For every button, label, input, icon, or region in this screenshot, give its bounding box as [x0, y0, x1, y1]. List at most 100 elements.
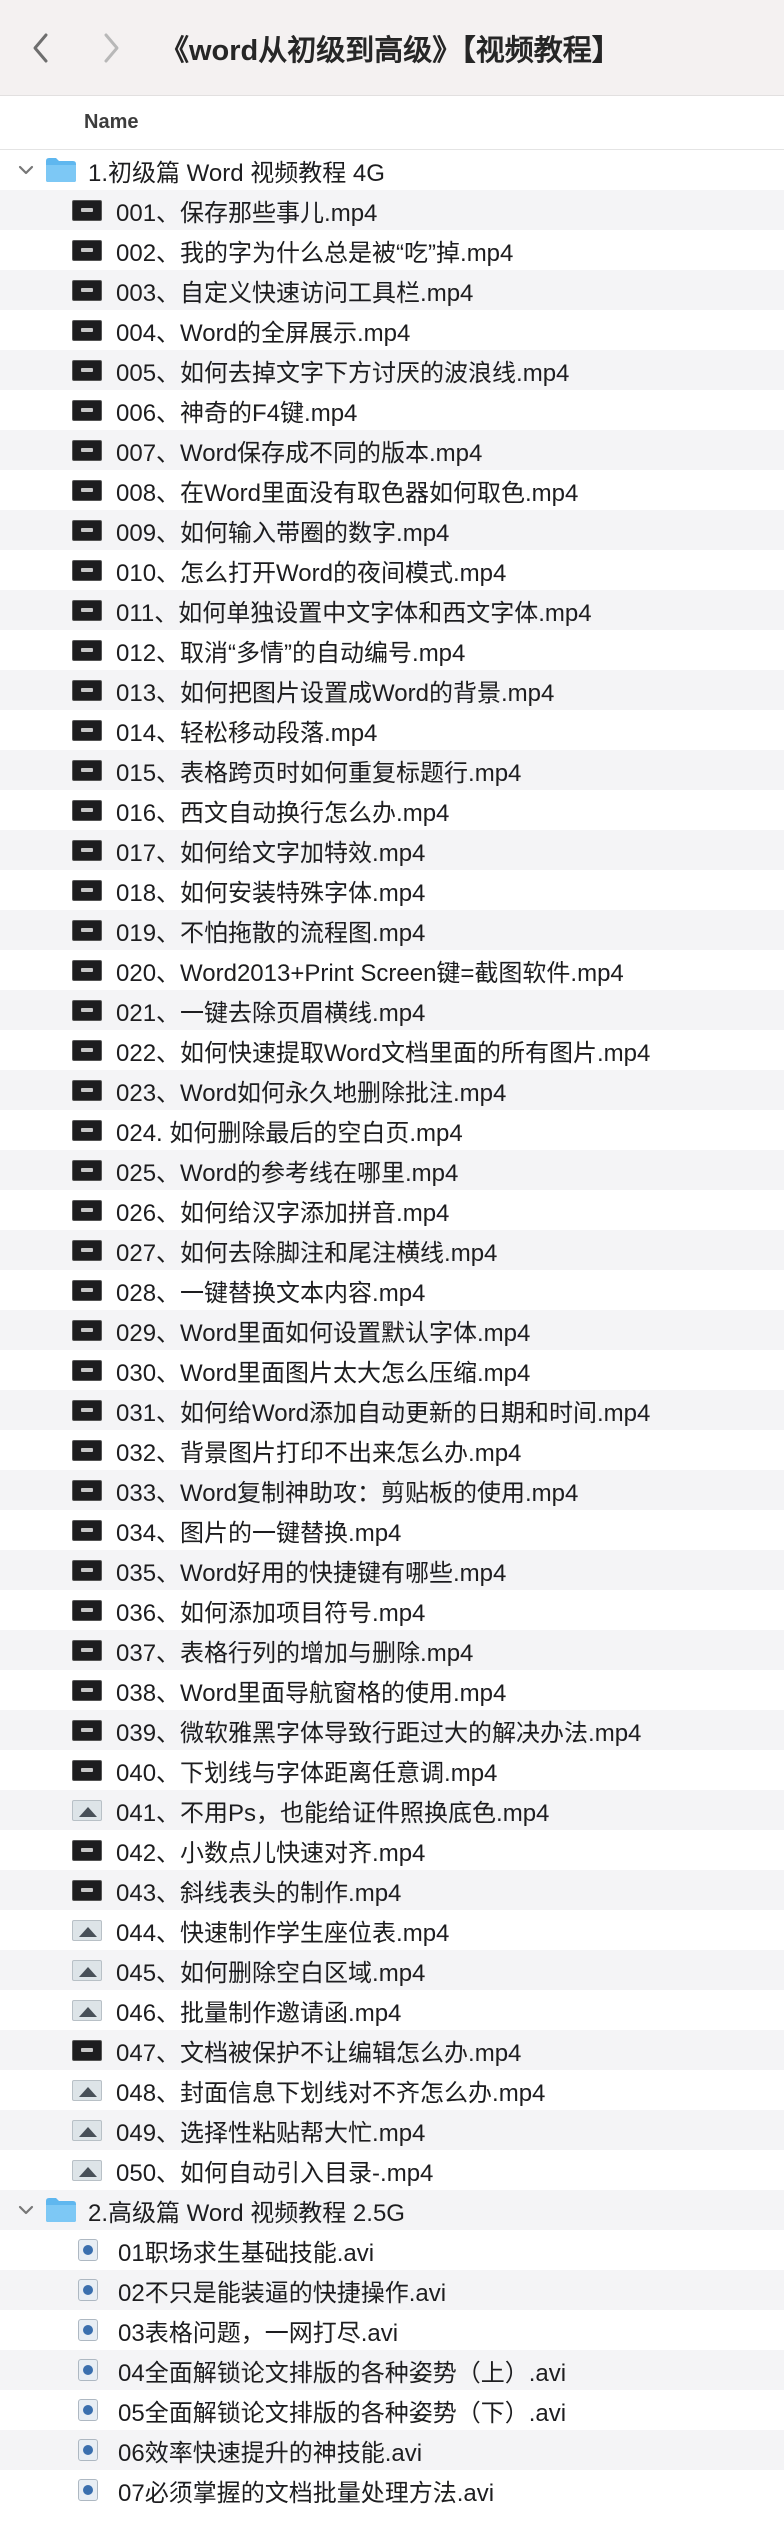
- file-name: 010、怎么打开Word的夜间模式.mp4: [116, 559, 507, 587]
- file-row[interactable]: 008、在Word里面没有取色器如何取色.mp4: [0, 470, 784, 510]
- file-row[interactable]: 02不只是能装逼的快捷操作.avi: [0, 2270, 784, 2310]
- file-name: 023、Word如何永久地删除批注.mp4: [116, 1079, 507, 1107]
- file-row[interactable]: 020、Word2013+Print Screen键=截图软件.mp4: [0, 950, 784, 990]
- file-row[interactable]: 019、不怕拖散的流程图.mp4: [0, 910, 784, 950]
- video-thumbnail-icon: [72, 359, 102, 381]
- folder-row[interactable]: 1.初级篇 Word 视频教程 4G: [0, 150, 784, 190]
- file-name: 020、Word2013+Print Screen键=截图软件.mp4: [116, 959, 624, 987]
- file-row[interactable]: 042、小数点儿快速对齐.mp4: [0, 1830, 784, 1870]
- file-name: 026、如何给汉字添加拼音.mp4: [116, 1199, 450, 1227]
- video-file-icon: [78, 2399, 98, 2421]
- file-row[interactable]: 001、保存那些事儿.mp4: [0, 190, 784, 230]
- disclosure-chevron-icon[interactable]: [12, 2204, 40, 2216]
- video-thumbnail-icon: [72, 1399, 102, 1421]
- file-name: 033、Word复制神助攻：剪贴板的使用.mp4: [116, 1479, 579, 1507]
- file-row[interactable]: 026、如何给汉字添加拼音.mp4: [0, 1190, 784, 1230]
- file-name: 01职场求生基础技能.avi: [118, 2239, 375, 2267]
- file-row[interactable]: 031、如何给Word添加自动更新的日期和时间.mp4: [0, 1390, 784, 1430]
- file-row[interactable]: 003、自定义快速访问工具栏.mp4: [0, 270, 784, 310]
- file-row[interactable]: 029、Word里面如何设置默认字体.mp4: [0, 1310, 784, 1350]
- file-name: 06效率快速提升的神技能.avi: [118, 2439, 423, 2467]
- disclosure-chevron-icon[interactable]: [12, 164, 40, 176]
- file-name: 002、我的字为什么总是被“吃”掉.mp4: [116, 239, 514, 267]
- file-row[interactable]: 03表格问题，一网打尽.avi: [0, 2310, 784, 2350]
- video-thumbnail-icon: [72, 1119, 102, 1141]
- file-row[interactable]: 004、Word的全屏展示.mp4: [0, 310, 784, 350]
- file-row[interactable]: 040、下划线与字体距离任意调.mp4: [0, 1750, 784, 1790]
- video-thumbnail-icon: [72, 599, 102, 621]
- image-thumbnail-icon: [72, 2079, 102, 2101]
- file-name: 019、不怕拖散的流程图.mp4: [116, 919, 426, 947]
- file-list: 1.初级篇 Word 视频教程 4G 001、保存那些事儿.mp4 002、我的字为…: [0, 150, 784, 2510]
- file-row[interactable]: 024. 如何删除最后的空白页.mp4: [0, 1110, 784, 1150]
- file-row[interactable]: 047、文档被保护不让编辑怎么办.mp4: [0, 2030, 784, 2070]
- file-row[interactable]: 050、如何自动引入目录-.mp4: [0, 2150, 784, 2190]
- file-name: 016、西文自动换行怎么办.mp4: [116, 799, 450, 827]
- file-row[interactable]: 039、微软雅黑字体导致行距过大的解决办法.mp4: [0, 1710, 784, 1750]
- file-row[interactable]: 049、选择性粘贴帮大忙.mp4: [0, 2110, 784, 2150]
- file-row[interactable]: 07必须掌握的文档批量处理方法.avi: [0, 2470, 784, 2510]
- video-thumbnail-icon: [72, 1319, 102, 1341]
- file-row[interactable]: 022、如何快速提取Word文档里面的所有图片.mp4: [0, 1030, 784, 1070]
- file-name: 027、如何去除脚注和尾注横线.mp4: [116, 1239, 498, 1267]
- file-row[interactable]: 044、快速制作学生座位表.mp4: [0, 1910, 784, 1950]
- file-name: 02不只是能装逼的快捷操作.avi: [118, 2279, 447, 2307]
- file-row[interactable]: 016、西文自动换行怎么办.mp4: [0, 790, 784, 830]
- file-name: 045、如何删除空白区域.mp4: [116, 1959, 426, 1987]
- video-file-icon: [78, 2479, 98, 2501]
- file-name: 004、Word的全屏展示.mp4: [116, 319, 411, 347]
- file-name: 035、Word好用的快捷键有哪些.mp4: [116, 1559, 507, 1587]
- file-row[interactable]: 025、Word的参考线在哪里.mp4: [0, 1150, 784, 1190]
- file-row[interactable]: 014、轻松移动段落.mp4: [0, 710, 784, 750]
- file-row[interactable]: 028、一键替换文本内容.mp4: [0, 1270, 784, 1310]
- file-name: 008、在Word里面没有取色器如何取色.mp4: [116, 479, 579, 507]
- file-row[interactable]: 010、怎么打开Word的夜间模式.mp4: [0, 550, 784, 590]
- file-row[interactable]: 007、Word保存成不同的版本.mp4: [0, 430, 784, 470]
- file-row[interactable]: 006、神奇的F4键.mp4: [0, 390, 784, 430]
- video-file-icon: [78, 2439, 98, 2461]
- video-thumbnail-icon: [72, 719, 102, 741]
- file-row[interactable]: 05全面解锁论文排版的各种姿势（下）.avi: [0, 2390, 784, 2430]
- file-row[interactable]: 023、Word如何永久地删除批注.mp4: [0, 1070, 784, 1110]
- file-row[interactable]: 045、如何删除空白区域.mp4: [0, 1950, 784, 1990]
- file-row[interactable]: 030、Word里面图片太大怎么压缩.mp4: [0, 1350, 784, 1390]
- file-name: 038、Word里面导航窗格的使用.mp4: [116, 1679, 507, 1707]
- file-name: 07必须掌握的文档批量处理方法.avi: [118, 2479, 495, 2507]
- file-name: 006、神奇的F4键.mp4: [116, 399, 358, 427]
- file-row[interactable]: 04全面解锁论文排版的各种姿势（上）.avi: [0, 2350, 784, 2390]
- file-row[interactable]: 048、封面信息下划线对不齐怎么办.mp4: [0, 2070, 784, 2110]
- file-row[interactable]: 06效率快速提升的神技能.avi: [0, 2430, 784, 2470]
- video-thumbnail-icon: [72, 479, 102, 501]
- file-row[interactable]: 015、表格跨页时如何重复标题行.mp4: [0, 750, 784, 790]
- file-row[interactable]: 012、取消“多情”的自动编号.mp4: [0, 630, 784, 670]
- file-row[interactable]: 038、Word里面导航窗格的使用.mp4: [0, 1670, 784, 1710]
- file-row[interactable]: 009、如何输入带圈的数字.mp4: [0, 510, 784, 550]
- file-row[interactable]: 01职场求生基础技能.avi: [0, 2230, 784, 2270]
- file-row[interactable]: 013、如何把图片设置成Word的背景.mp4: [0, 670, 784, 710]
- column-header-name[interactable]: Name: [84, 111, 138, 134]
- forward-button[interactable]: [94, 26, 128, 70]
- file-row[interactable]: 011、如何单独设置中文字体和西文字体.mp4: [0, 590, 784, 630]
- file-row[interactable]: 036、如何添加项目符号.mp4: [0, 1590, 784, 1630]
- file-row[interactable]: 037、表格行列的增加与删除.mp4: [0, 1630, 784, 1670]
- file-row[interactable]: 041、不用Ps，也能给证件照换底色.mp4: [0, 1790, 784, 1830]
- file-name: 042、小数点儿快速对齐.mp4: [116, 1839, 426, 1867]
- video-thumbnail-icon: [72, 199, 102, 221]
- file-row[interactable]: 021、一键去除页眉横线.mp4: [0, 990, 784, 1030]
- video-thumbnail-icon: [72, 279, 102, 301]
- file-row[interactable]: 046、批量制作邀请函.mp4: [0, 1990, 784, 2030]
- video-file-icon: [78, 2319, 98, 2341]
- file-row[interactable]: 018、如何安装特殊字体.mp4: [0, 870, 784, 910]
- file-row[interactable]: 033、Word复制神助攻：剪贴板的使用.mp4: [0, 1470, 784, 1510]
- file-row[interactable]: 032、背景图片打印不出来怎么办.mp4: [0, 1430, 784, 1470]
- back-button[interactable]: [24, 26, 58, 70]
- file-row[interactable]: 002、我的字为什么总是被“吃”掉.mp4: [0, 230, 784, 270]
- file-row[interactable]: 005、如何去掉文字下方讨厌的波浪线.mp4: [0, 350, 784, 390]
- file-row[interactable]: 035、Word好用的快捷键有哪些.mp4: [0, 1550, 784, 1590]
- folder-row[interactable]: 2.高级篇 Word 视频教程 2.5G: [0, 2190, 784, 2230]
- file-row[interactable]: 043、斜线表头的制作.mp4: [0, 1870, 784, 1910]
- file-row[interactable]: 027、如何去除脚注和尾注横线.mp4: [0, 1230, 784, 1270]
- file-row[interactable]: 034、图片的一键替换.mp4: [0, 1510, 784, 1550]
- file-row[interactable]: 017、如何给文字加特效.mp4: [0, 830, 784, 870]
- video-thumbnail-icon: [72, 759, 102, 781]
